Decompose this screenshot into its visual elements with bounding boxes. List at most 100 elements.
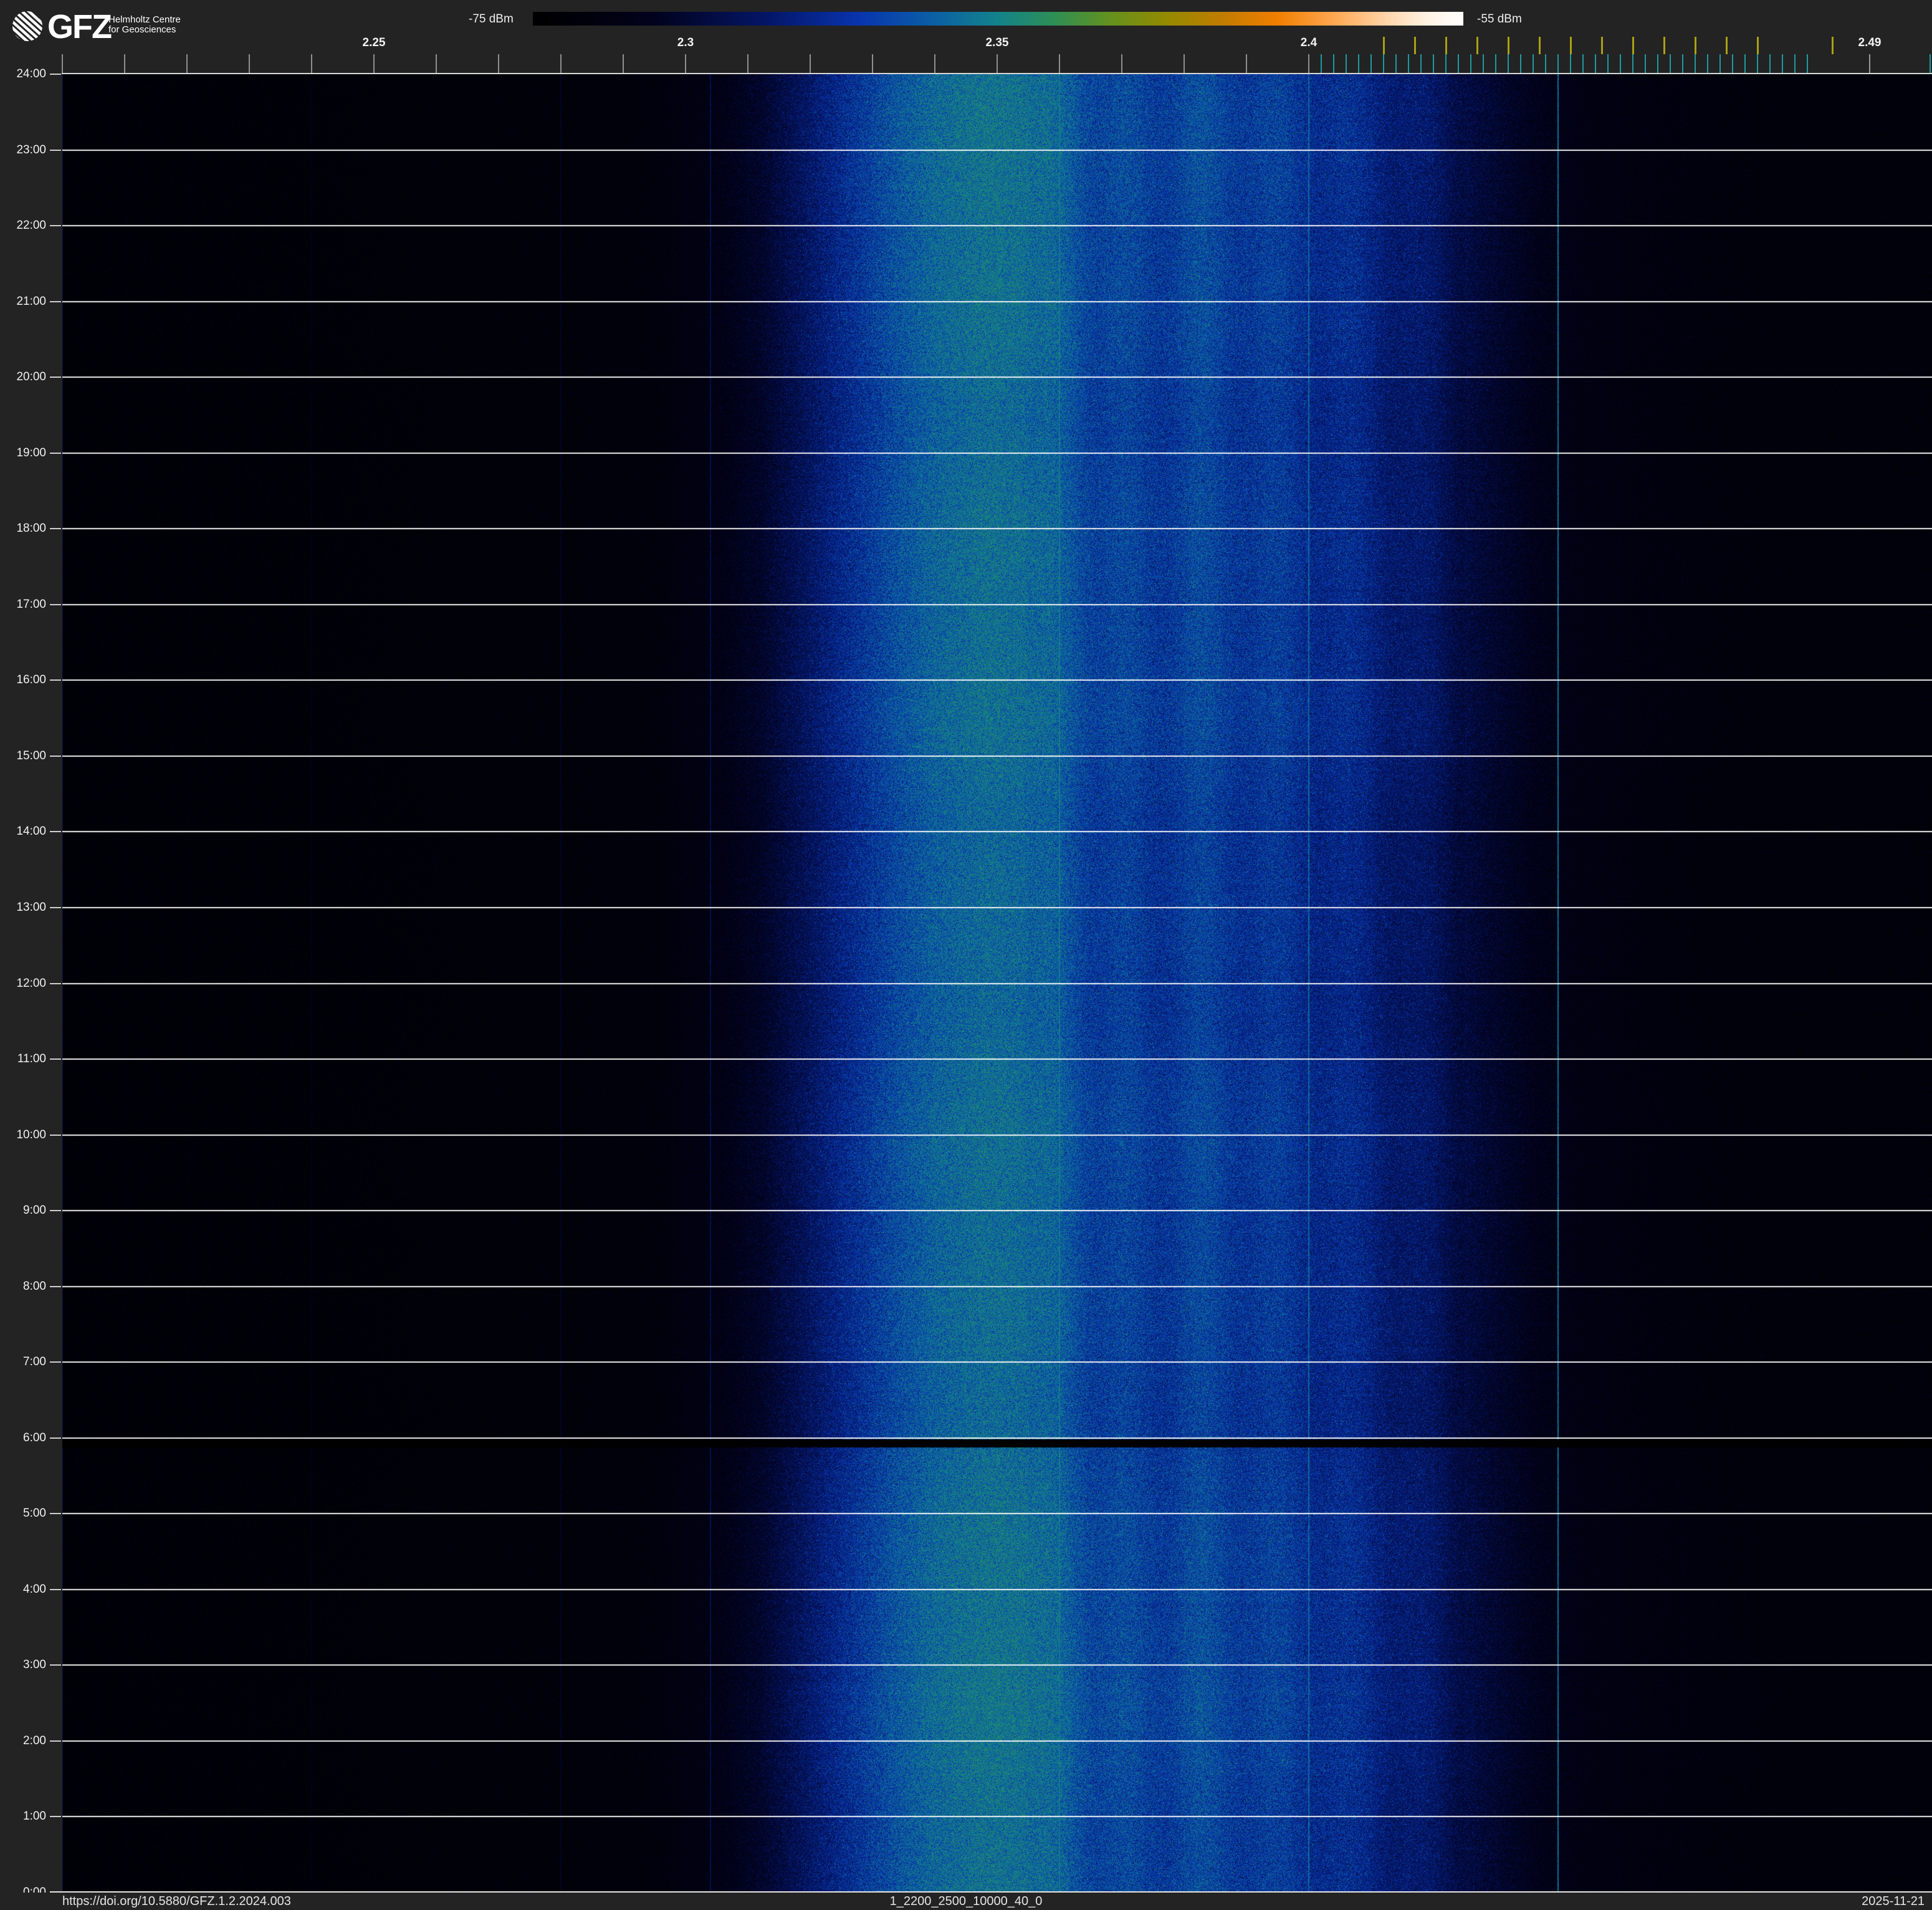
wifi-channel-tick <box>1757 37 1759 54</box>
hour-label: 23:00 <box>16 143 46 156</box>
wifi-channel-tick <box>1632 37 1634 54</box>
wifi-channel-tick <box>1695 37 1696 54</box>
freq-minor-tick <box>560 54 562 73</box>
hour-tick <box>50 1058 61 1060</box>
ble-channel-tick <box>1632 54 1633 73</box>
hour-tick <box>50 1437 61 1439</box>
ble-channel-tick <box>1520 54 1521 73</box>
hour-tick <box>50 528 61 530</box>
hour-tick <box>50 1740 61 1742</box>
ble-channel-tick <box>1333 54 1334 73</box>
freq-minor-tick <box>249 54 250 73</box>
ble-channel-tick <box>1757 54 1758 73</box>
ble-channel-tick <box>1607 54 1609 73</box>
ble-channel-tick <box>1732 54 1733 73</box>
ble-channel-tick <box>1358 54 1359 73</box>
ble-channel-tick <box>1458 54 1459 73</box>
ble-channel-tick <box>1420 54 1422 73</box>
ble-channel-tick <box>1408 54 1409 73</box>
ble-channel-tick <box>1570 54 1571 73</box>
freq-tick-label: 2.49 <box>1858 36 1882 49</box>
hour-label: 8:00 <box>23 1279 46 1293</box>
hour-tick <box>50 1361 61 1363</box>
freq-tick-label: 2.25 <box>362 36 386 49</box>
wifi-channel-tick <box>1383 37 1385 54</box>
ble-channel-tick <box>1657 54 1658 73</box>
ble-channel-tick <box>1495 54 1496 73</box>
hour-label: 16:00 <box>16 673 46 687</box>
frequency-axis: 2.25 2.3 2.35 2.4 2.49 <box>0 0 1932 74</box>
hour-tick <box>50 1513 61 1515</box>
bottom-axis-line <box>50 1891 1932 1893</box>
hour-tick <box>50 831 61 833</box>
ble-channel-tick <box>1445 54 1447 73</box>
freq-minor-tick <box>685 54 686 73</box>
ble-channel-tick <box>1794 54 1796 73</box>
ble-channel-tick <box>1508 54 1509 73</box>
hour-label: 19:00 <box>16 446 46 459</box>
freq-minor-tick <box>1869 54 1870 73</box>
hour-label: 22:00 <box>16 219 46 233</box>
ble-channel-tick <box>1533 54 1534 73</box>
freq-minor-tick <box>997 54 998 73</box>
wifi-channel-tick <box>1539 37 1541 54</box>
ble-channel-tick <box>1620 54 1621 73</box>
freq-tick-label: 2.35 <box>985 36 1009 49</box>
ble-channel-tick <box>1433 54 1434 73</box>
ble-channel-tick <box>1321 54 1322 73</box>
ble-channel-tick <box>1670 54 1671 73</box>
ble-channel-tick <box>1383 54 1384 73</box>
hour-label: 2:00 <box>23 1734 46 1747</box>
freq-minor-tick <box>124 54 125 73</box>
ble-channel-tick <box>1707 54 1708 73</box>
ble-channel-tick <box>1682 54 1683 73</box>
hour-label: 24:00 <box>16 67 46 80</box>
freq-minor-tick <box>1059 54 1060 73</box>
hour-tick <box>50 74 61 75</box>
freq-minor-tick <box>186 54 188 73</box>
wifi-channel-tick <box>1570 37 1572 54</box>
ble-channel-tick <box>1582 54 1584 73</box>
freq-minor-tick <box>1308 54 1309 73</box>
time-axis: 24:00 23:00 22:00 21:00 20:00 19:00 18:00 17:00… <box>0 0 62 1910</box>
ble-channel-tick <box>1346 54 1347 73</box>
hour-label: 20:00 <box>16 370 46 384</box>
ble-channel-tick <box>1595 54 1596 73</box>
hour-tick <box>50 679 61 681</box>
freq-minor-tick <box>872 54 873 73</box>
dataset-filename: 1_2200_2500_10000_40_0 <box>889 1894 1043 1908</box>
freq-minor-tick <box>1184 54 1185 73</box>
spectrogram-heatmap <box>62 74 1932 1893</box>
hour-tick <box>50 149 61 151</box>
hour-label: 15:00 <box>16 749 46 762</box>
freq-minor-tick <box>747 54 748 73</box>
freq-minor-tick <box>436 54 437 73</box>
spectrogram-page: GFZ Helmholtz Centre for Geosciences -75… <box>0 0 1932 1910</box>
hour-label: 1:00 <box>23 1810 46 1823</box>
hour-label: 13:00 <box>16 900 46 914</box>
hour-label: 5:00 <box>23 1507 46 1520</box>
hour-label: 11:00 <box>17 1052 46 1066</box>
hour-label: 3:00 <box>23 1658 46 1672</box>
ble-channel-tick <box>1930 54 1931 73</box>
hour-label: 6:00 <box>23 1431 46 1444</box>
freq-tick-label: 2.4 <box>1300 36 1317 49</box>
footer-bar: https://doi.org/10.5880/GFZ.1.2.2024.003… <box>0 1893 1932 1910</box>
ble-channel-tick <box>1719 54 1721 73</box>
freq-minor-tick <box>311 54 312 73</box>
ble-channel-tick <box>1645 54 1646 73</box>
hour-tick <box>50 1664 61 1666</box>
hour-tick <box>50 1285 61 1287</box>
hour-tick <box>50 1210 61 1212</box>
hour-tick <box>50 603 61 605</box>
doi-link[interactable]: https://doi.org/10.5880/GFZ.1.2.2024.003 <box>62 1894 291 1909</box>
freq-minor-tick <box>373 54 375 73</box>
hour-label: 10:00 <box>16 1128 46 1141</box>
hour-label: 21:00 <box>16 294 46 308</box>
freq-minor-tick <box>934 54 935 73</box>
hour-label: 9:00 <box>23 1204 46 1217</box>
hour-label: 4:00 <box>23 1582 46 1596</box>
wifi-channel-tick <box>1476 37 1478 54</box>
wifi-channel-tick <box>1726 37 1728 54</box>
wifi-channel-tick <box>1508 37 1509 54</box>
